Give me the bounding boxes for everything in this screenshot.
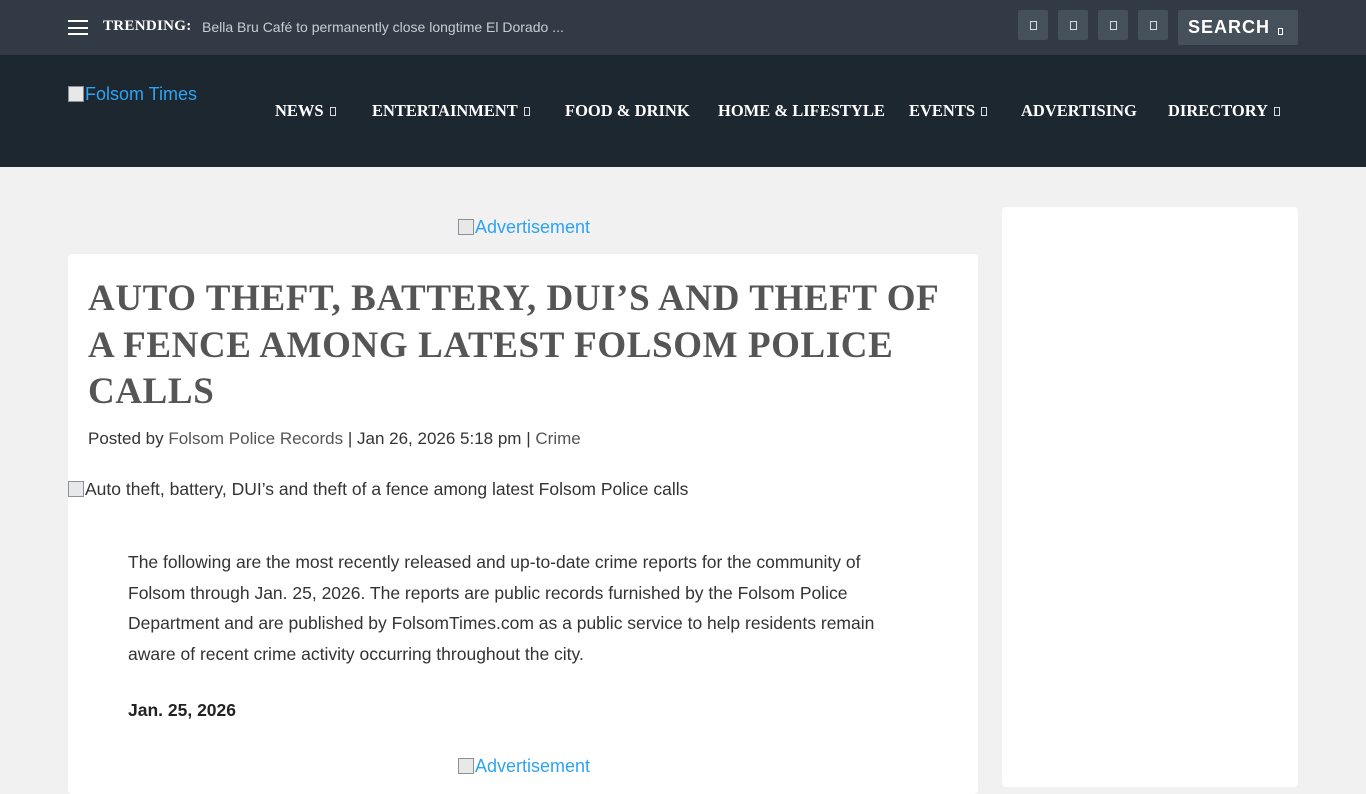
top-bar: TRENDING: Bella Bru Café to permanently …: [0, 0, 1366, 55]
nav-item-home-lifestyle[interactable]: HOME & LIFESTYLE: [718, 101, 885, 121]
nav-item-directory[interactable]: DIRECTORY: [1168, 101, 1280, 121]
post-date: Jan 26, 2026 5:18 pm: [357, 429, 522, 448]
post-meta: Posted by Folsom Police Records | Jan 26…: [88, 429, 581, 449]
nav-label: ADVERTISING: [1021, 101, 1137, 120]
nav-label: NEWS: [275, 101, 324, 120]
category-link[interactable]: Crime: [535, 429, 580, 448]
nav-label: ENTERTAINMENT: [372, 101, 518, 120]
nav-label: HOME & LIFESTYLE: [718, 101, 885, 120]
search-label: SEARCH: [1188, 17, 1271, 37]
trending-headline-link[interactable]: Bella Bru Café to permanently close long…: [202, 19, 564, 35]
broken-image-icon: [458, 219, 474, 235]
search-button[interactable]: SEARCH: [1178, 10, 1298, 45]
nav-label: EVENTS: [909, 101, 976, 120]
logo-alt-text: Folsom Times: [85, 84, 198, 104]
meta-separator: |: [526, 429, 531, 448]
featured-image-alt: Auto theft, battery, DUI’s and theft of …: [85, 479, 689, 499]
nav-item-food-drink[interactable]: FOOD & DRINK: [565, 101, 690, 121]
posted-by-label: Posted by: [88, 429, 164, 448]
meta-separator: |: [347, 429, 353, 448]
chevron-down-icon: [981, 107, 988, 116]
instagram-icon[interactable]: [1098, 10, 1128, 40]
article-intro: The following are the most recently rele…: [128, 552, 875, 665]
broken-image-icon: [458, 758, 474, 774]
chevron-down-icon: [1273, 107, 1280, 116]
chevron-down-icon: [329, 107, 336, 116]
broken-image-icon: [68, 86, 84, 102]
featured-image: Auto theft, battery, DUI’s and theft of …: [68, 479, 688, 500]
rss-icon[interactable]: [1138, 10, 1168, 40]
nav-item-news[interactable]: NEWS: [275, 101, 336, 121]
nav-label: DIRECTORY: [1168, 101, 1268, 120]
sidebar: [1002, 207, 1298, 787]
twitter-icon[interactable]: [1058, 10, 1088, 40]
section-date-heading: Jan. 25, 2026: [128, 700, 236, 720]
site-logo[interactable]: Folsom Times: [68, 84, 197, 105]
chevron-down-icon: [523, 107, 530, 116]
nav-label: FOOD & DRINK: [565, 101, 690, 120]
search-icon: [1278, 28, 1284, 35]
facebook-icon[interactable]: [1018, 10, 1048, 40]
menu-icon[interactable]: [68, 20, 88, 35]
ad-alt-text: Advertisement: [475, 217, 591, 237]
nav-item-events[interactable]: EVENTS: [909, 101, 988, 121]
ad-alt-text: Advertisement: [475, 756, 591, 776]
author-link[interactable]: Folsom Police Records: [168, 429, 343, 448]
trending-label: TRENDING:: [103, 18, 192, 34]
broken-image-icon: [68, 481, 84, 497]
advertisement-top[interactable]: Advertisement: [458, 217, 590, 238]
nav-item-entertainment[interactable]: ENTERTAINMENT: [372, 101, 530, 121]
advertisement-inline[interactable]: Advertisement: [458, 756, 590, 777]
article-title: AUTO THEFT, BATTERY, DUI’S AND THEFT OF …: [88, 278, 939, 412]
nav-item-advertising[interactable]: ADVERTISING: [1021, 101, 1137, 121]
